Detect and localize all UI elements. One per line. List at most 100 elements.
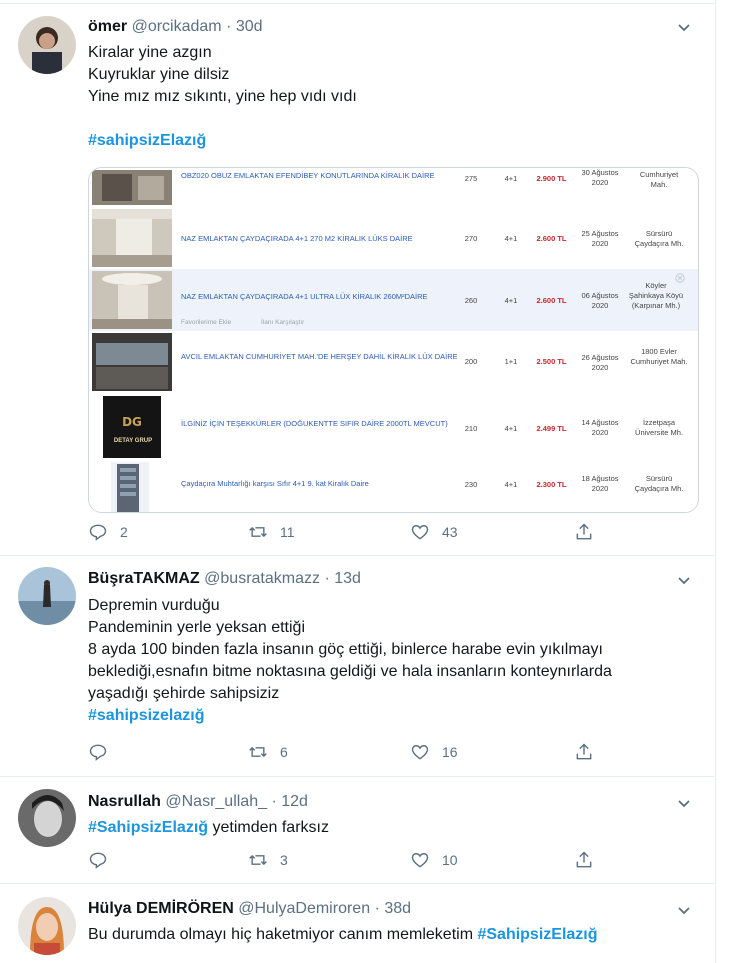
timestamp[interactable]: 13d [334, 570, 361, 587]
listing-thumbnail: DG [103, 396, 161, 458]
listing-price: 2.900 TL [536, 174, 567, 183]
retweet-icon [249, 526, 267, 538]
hashtag-link[interactable]: #sahipsizelazığ [88, 705, 612, 727]
like-count: 10 [442, 852, 458, 868]
reply-icon [89, 852, 107, 869]
listing-price: 2.300 TL [536, 480, 567, 489]
tweet-text: Bu durumda olmayı hiç haketmiyor canım m… [88, 924, 598, 946]
like-button[interactable]: 10 [410, 850, 458, 870]
listing-price: 2.600 TL [536, 234, 567, 243]
retweet-count: 6 [280, 744, 288, 760]
chevron-down-icon[interactable] [675, 901, 693, 919]
listing-location: Sürsürü Çaydaçıra Mh. [634, 474, 684, 493]
reply-button[interactable]: 2 [88, 522, 128, 542]
share-button[interactable] [574, 522, 606, 542]
user-handle[interactable]: @Nasr_ullah_ [165, 793, 267, 810]
retweet-icon [249, 746, 267, 758]
favorite-link[interactable]: Favorilerime Ekle [181, 319, 231, 326]
like-button[interactable]: 43 [410, 522, 458, 542]
reply-icon [89, 524, 107, 541]
listing-m2: 275 [464, 174, 478, 183]
listing-date: 25 Ağustos 2020 [581, 229, 619, 248]
listing-price: 2.499 TL [536, 424, 567, 433]
listing-m2: 260 [464, 296, 478, 305]
tweet-actions: 3 10 [88, 850, 608, 872]
like-button[interactable]: 16 [410, 742, 458, 762]
listing-thumbnail [92, 333, 172, 391]
listing-title[interactable]: NAZ EMLAKTAN ÇAYDAÇIRADA 4+1 270 M2 KİRA… [181, 233, 461, 244]
timestamp[interactable]: 12d [281, 793, 308, 810]
share-icon [576, 523, 592, 540]
hashtag-link[interactable]: #SahipsizElazığ [477, 926, 597, 943]
close-icon[interactable] [675, 273, 685, 283]
listing-title[interactable]: NAZ EMLAKTAN ÇAYDAÇIRADA 4+1 ULTRA LÜX K… [181, 291, 461, 302]
user-handle[interactable]: @HulyaDemiroren [238, 900, 370, 917]
chevron-down-icon[interactable] [675, 794, 693, 812]
chevron-down-icon[interactable] [675, 18, 693, 36]
text-line: Yine mız mız sıkıntı, yine hep vıdı vıdı [88, 88, 357, 105]
tweet[interactable]: BüşraTAKMAZ @busratakmazz · 13d Depremin… [0, 555, 715, 777]
text-line: Bu durumda olmayı hiç haketmiyor canım m… [88, 926, 478, 943]
listing-date: 06 Ağustos 2020 [581, 291, 619, 310]
tweet-actions: 2 11 43 [88, 522, 608, 544]
display-name[interactable]: BüşraTAKMAZ [88, 570, 200, 587]
tweet[interactable]: ömer @orcikadam · 30d Kiralar yine azgın… [0, 4, 715, 556]
listing-row: Çaydaçıra Muhtarlığı karşısı Sıfır 4+1 9… [89, 460, 698, 512]
display-name[interactable]: ömer [88, 18, 127, 35]
listing-date: 26 Ağustos 2020 [581, 353, 619, 372]
listing-rooms: 4+1 [504, 174, 518, 183]
listing-row: AVCIL EMLAKTAN CUMHURİYET MAH.'DE HERŞEY… [89, 331, 698, 395]
timestamp[interactable]: 30d [236, 18, 263, 35]
like-count: 43 [442, 524, 458, 540]
user-handle[interactable]: @orcikadam [132, 18, 222, 35]
compare-link[interactable]: İlanı Karşılaştır [261, 319, 304, 326]
retweet-button[interactable]: 3 [248, 850, 288, 870]
chevron-down-icon[interactable] [675, 571, 693, 589]
reply-button[interactable] [88, 742, 120, 762]
separator: · [374, 900, 380, 917]
listing-thumbnail [92, 271, 172, 329]
timestamp[interactable]: 38d [384, 900, 411, 917]
tweet-text: Depremin vurduğu Pandeminin yerle yeksan… [88, 595, 612, 727]
avatar[interactable] [18, 567, 76, 625]
hashtag-link[interactable]: #SahipsizElazığ [88, 819, 208, 836]
retweet-count: 11 [280, 524, 295, 540]
tweet[interactable]: Hülya DEMİRÖREN @HulyaDemiroren · 38d Bu… [0, 883, 715, 963]
listing-title[interactable]: AVCIL EMLAKTAN CUMHURİYET MAH.'DE HERŞEY… [181, 351, 461, 362]
avatar[interactable] [18, 897, 76, 955]
retweet-icon [249, 854, 267, 866]
separator: · [226, 18, 232, 35]
listing-row: DG DETAY GRUP İLGİNİZ İÇİN TEŞEKKÜRLER (… [89, 394, 698, 461]
avatar[interactable] [18, 16, 76, 74]
tweet[interactable]: Nasrullah @Nasr_ullah_ · 12d #SahipsizEl… [0, 776, 715, 884]
text-line: 8 ayda 100 binden fazla insanın göç etti… [88, 641, 603, 658]
listing-rooms: 4+1 [504, 296, 518, 305]
share-icon [576, 743, 592, 760]
listing-thumbnail [111, 462, 149, 512]
listing-m2: 210 [464, 424, 478, 433]
share-button[interactable] [574, 850, 606, 870]
hashtag-link[interactable]: #sahipsizElazığ [88, 130, 357, 152]
user-handle[interactable]: @busratakmazz [204, 570, 320, 587]
listing-title[interactable]: Çaydaçıra Muhtarlığı karşısı Sıfır 4+1 9… [181, 478, 461, 489]
text-line: Depremin vurduğu [88, 597, 220, 614]
display-name[interactable]: Hülya DEMİRÖREN [88, 900, 234, 917]
display-name[interactable]: Nasrullah [88, 793, 161, 810]
listing-price: 2.600 TL [536, 296, 567, 305]
tweet-header: BüşraTAKMAZ @busratakmazz · 13d [88, 570, 361, 588]
reply-count: 2 [120, 524, 128, 540]
reply-button[interactable] [88, 850, 120, 870]
reply-icon [89, 744, 107, 761]
listing-location: İzzetpaşa Üniversite Mh. [635, 418, 683, 437]
listing-title[interactable]: İLGİNİZ İÇİN TEŞEKKÜRLER (DOĞUKENTTE SIF… [181, 418, 461, 429]
listing-title[interactable]: OBZ020 OBUZ EMLAKTAN EFENDİBEY KONUTLARI… [181, 170, 461, 181]
retweet-button[interactable]: 11 [248, 522, 295, 542]
listing-row: NAZ EMLAKTAN ÇAYDAÇIRADA 4+1 ULTRA LÜX K… [89, 269, 698, 332]
avatar[interactable] [18, 789, 76, 847]
listing-location: 1800 Evler Cumhuriyet Mah. [630, 347, 688, 366]
listing-location: Sürsürü Çaydaçıra Mh. [634, 229, 684, 248]
listing-m2: 230 [464, 480, 478, 489]
retweet-button[interactable]: 6 [248, 742, 288, 762]
share-button[interactable] [574, 742, 606, 762]
tweet-image[interactable]: OBZ020 OBUZ EMLAKTAN EFENDİBEY KONUTLARI… [88, 167, 699, 513]
